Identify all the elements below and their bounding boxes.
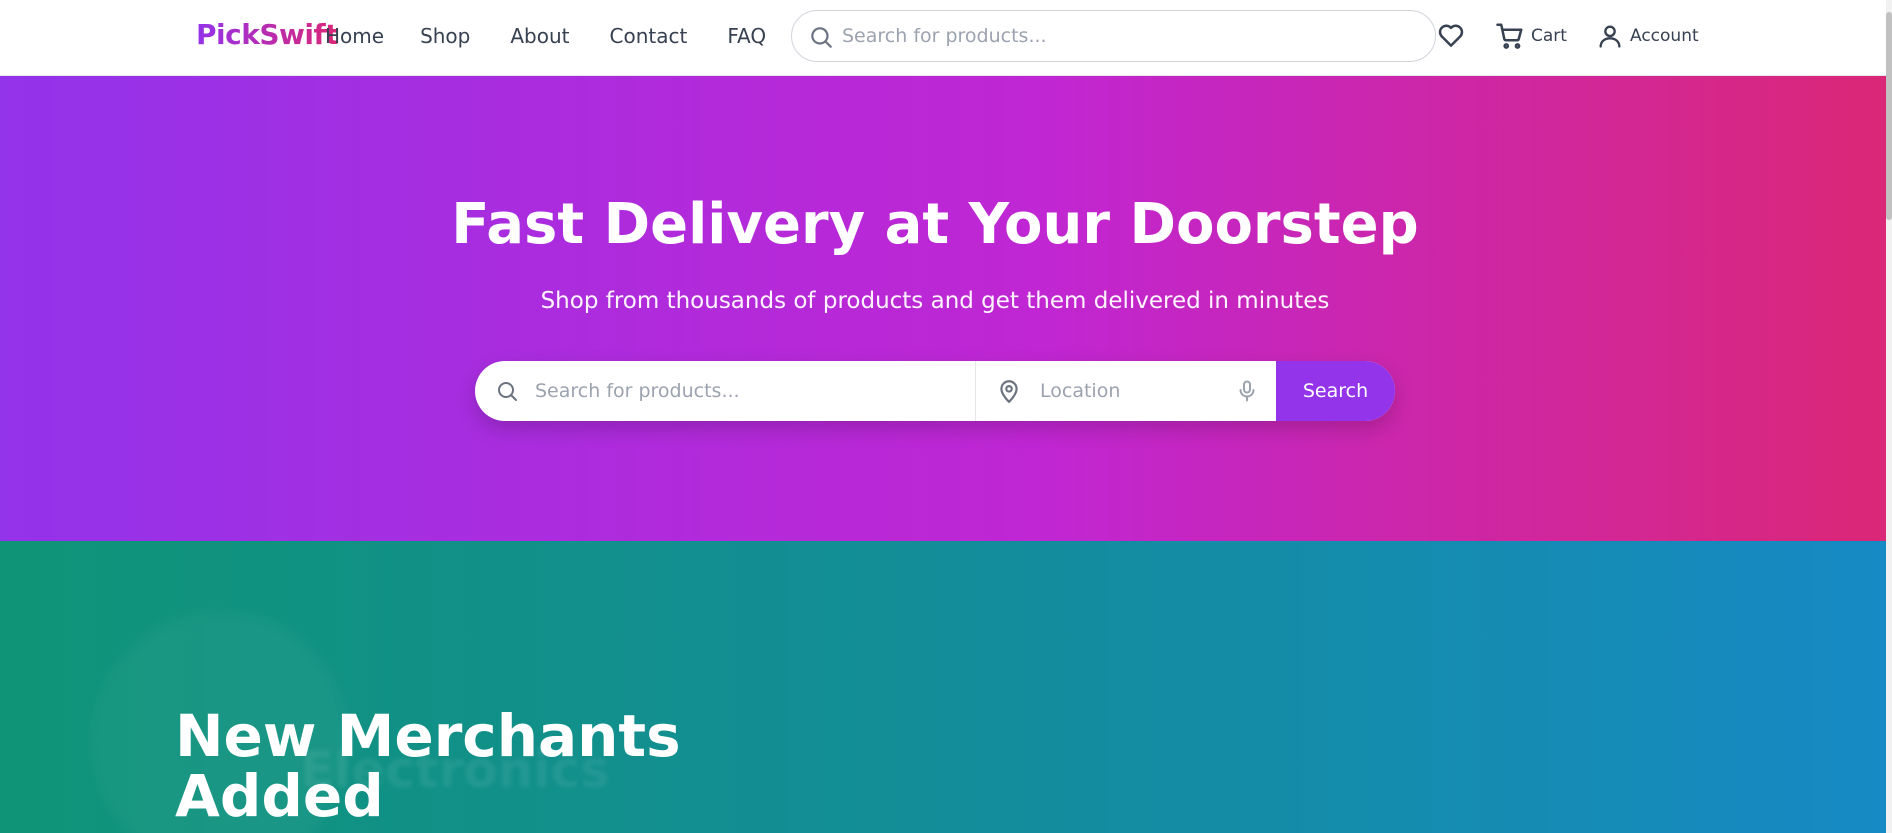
nav-home[interactable]: Home <box>325 24 384 48</box>
cart-button[interactable]: Cart <box>1495 20 1567 52</box>
microphone-icon[interactable] <box>1235 379 1259 403</box>
nav-shop[interactable]: Shop <box>420 24 470 48</box>
logo[interactable]: PickSwift <box>196 18 339 51</box>
search-icon <box>811 27 832 48</box>
merchants-title: New Merchants Added <box>175 702 681 830</box>
location-input[interactable] <box>1040 375 1200 407</box>
hero-section: Fast Delivery at Your Doorstep Shop from… <box>0 76 1886 541</box>
user-icon <box>1599 25 1621 48</box>
new-merchants-section: Electronics New Merchants Added <box>0 541 1886 833</box>
hero-title: Fast Delivery at Your Doorstep <box>451 192 1419 257</box>
page-scrollbar[interactable] <box>1886 0 1892 833</box>
heart-icon[interactable] <box>1436 20 1466 50</box>
nav-about[interactable]: About <box>510 24 569 48</box>
header-search-bar <box>791 10 1436 62</box>
top-navbar: PickSwift Home Shop About Contact FAQ Ca… <box>0 0 1886 76</box>
search-button[interactable]: Search <box>1276 361 1395 421</box>
nav-faq[interactable]: FAQ <box>727 24 766 48</box>
nav-contact[interactable]: Contact <box>610 24 688 48</box>
hero-search-bar: Search <box>475 361 1395 421</box>
account-label: Account <box>1630 26 1699 46</box>
account-button[interactable]: Account <box>1596 20 1699 52</box>
hero-subtitle: Shop from thousands of products and get … <box>540 288 1330 314</box>
header-search-input[interactable] <box>842 19 1412 53</box>
search-divider <box>975 361 976 421</box>
product-search-input[interactable] <box>535 375 945 407</box>
main-nav: Home Shop About Contact FAQ <box>325 24 766 48</box>
location-pin-icon <box>1000 380 1018 404</box>
cart-icon <box>1496 23 1523 49</box>
scrollbar-thumb[interactable] <box>1886 12 1892 220</box>
cart-label: Cart <box>1531 26 1567 46</box>
search-icon <box>498 382 517 401</box>
